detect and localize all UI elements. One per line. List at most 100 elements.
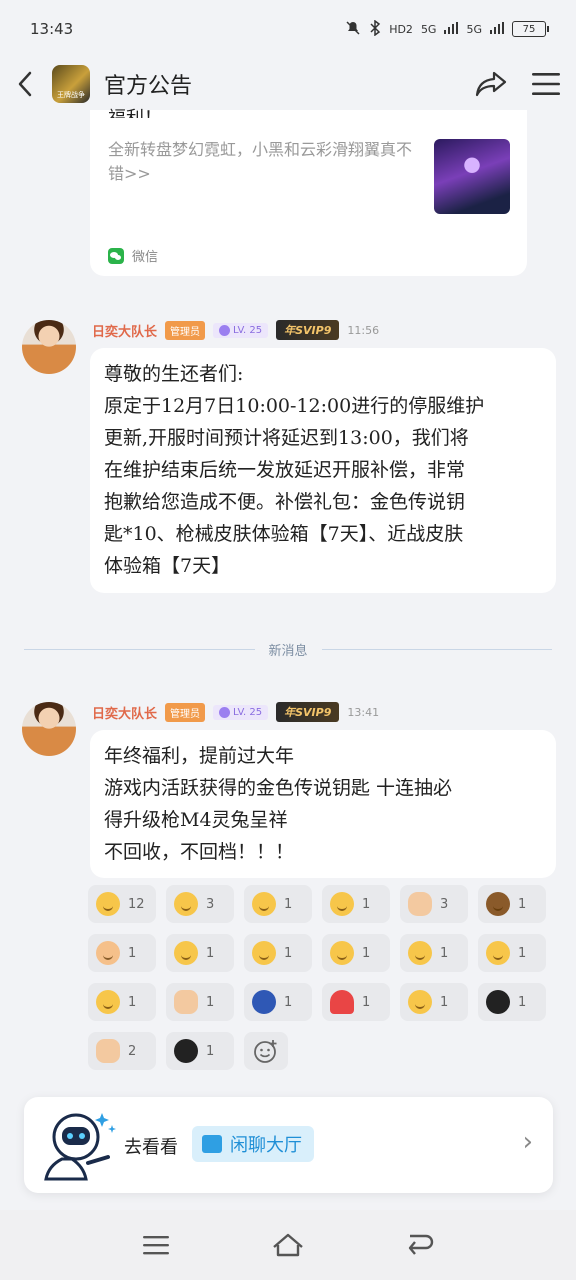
article-title-fragment: 福利！: [108, 104, 162, 118]
headband-face-icon: [174, 941, 198, 965]
chat-hall-promo[interactable]: 去看看 闲聊大厅 ›: [24, 1097, 553, 1193]
reaction-chip[interactable]: 12: [88, 885, 156, 923]
thumbs-up-icon: [408, 892, 432, 916]
reaction-chip[interactable]: 1: [478, 885, 546, 923]
level-text: LV. 25: [233, 324, 263, 336]
sweat-face-icon: [408, 990, 432, 1014]
article-source: 微信: [108, 246, 158, 265]
sender-name[interactable]: 日奕大队长: [92, 703, 157, 722]
reaction-chip[interactable]: 1: [88, 934, 156, 972]
signal-5g-1: 5G: [420, 22, 437, 36]
party-face-icon: [330, 941, 354, 965]
reaction-count: 3: [206, 896, 215, 912]
reaction-count: 1: [362, 896, 371, 912]
mute-icon: [345, 20, 361, 39]
home-button[interactable]: [258, 1220, 318, 1270]
reaction-chip[interactable]: 1: [322, 983, 390, 1021]
reaction-chip[interactable]: 1: [478, 983, 546, 1021]
message-line: 在维护结束后统一发放延迟开服补偿，非常: [104, 459, 466, 481]
message-time: 13:41: [347, 705, 380, 719]
add-reaction-button[interactable]: [244, 1032, 288, 1070]
reaction-count: 1: [284, 945, 293, 961]
chat-hall-chip[interactable]: 闲聊大厅: [192, 1126, 314, 1162]
new-messages-divider: 新消息: [24, 640, 553, 659]
reaction-count: 1: [128, 994, 137, 1010]
recents-button[interactable]: [126, 1220, 186, 1270]
signal-bars-icon: [444, 21, 459, 37]
shared-article-card[interactable]: 福利！ 全新转盘梦幻霓虹，小黑和云彩滑翔翼真不错>> 微信: [90, 108, 527, 276]
article-thumbnail: [434, 139, 510, 214]
signal-5g-2: 5G: [466, 22, 482, 36]
menu-button[interactable]: [516, 58, 576, 110]
sender-name[interactable]: 日奕大队长: [92, 321, 157, 340]
reaction-count: 1: [440, 945, 449, 961]
share-arrow-icon: [475, 71, 507, 97]
smile-face-icon: [330, 892, 354, 916]
divider-label: 新消息: [268, 643, 308, 659]
reaction-chip[interactable]: 1: [478, 934, 546, 972]
avatar[interactable]: [22, 320, 76, 374]
reaction-chip[interactable]: 1: [322, 885, 390, 923]
reaction-chip[interactable]: 1: [88, 983, 156, 1021]
message-bubble[interactable]: 尊敬的生还者们: 原定于12月7日10:00-12:00进行的停服维护 更新,开…: [90, 348, 556, 593]
reaction-chip[interactable]: 1: [400, 983, 468, 1021]
reaction-count: 3: [440, 896, 449, 912]
vip-badge: 年SVIP9: [276, 702, 340, 722]
status-time: 13:43: [30, 20, 74, 38]
cat-face-icon: [96, 941, 120, 965]
share-button[interactable]: [466, 58, 516, 110]
system-nav-bar: [0, 1210, 576, 1280]
robot-mascot-icon: [44, 1113, 116, 1181]
reaction-chip[interactable]: 1: [322, 934, 390, 972]
reaction-chip[interactable]: 1: [400, 934, 468, 972]
battery-indicator: 75: [512, 21, 549, 37]
reaction-chip[interactable]: 1: [244, 885, 312, 923]
article-source-label: 微信: [132, 250, 159, 265]
role-badge: 管理员: [165, 320, 206, 340]
app-logo[interactable]: 王牌战争: [52, 65, 90, 103]
message-bubble[interactable]: 年终福利，提前过大年 游戏内活跃获得的金色传说钥匙 十连抽必 得升级枪M4灵兔呈…: [90, 730, 556, 878]
app-logo-text: 王牌战争: [57, 91, 85, 99]
reaction-chip[interactable]: 1: [166, 983, 234, 1021]
reaction-count: 1: [128, 945, 137, 961]
home-icon: [273, 1233, 303, 1257]
handshake-icon: [174, 990, 198, 1014]
peek-face-icon: [174, 892, 198, 916]
message-line: 不回收，不回档！！！: [104, 841, 295, 863]
wechat-icon: [108, 247, 124, 264]
bear-icon: [486, 892, 510, 916]
back-nav-button[interactable]: [390, 1220, 450, 1270]
article-description: 全新转盘梦幻霓虹，小黑和云彩滑翔翼真不错>>: [108, 140, 413, 183]
go-see-label: 去看看: [124, 1137, 178, 1158]
status-bar: 13:43 HD2 5G 5G 75: [0, 0, 576, 58]
level-badge: LV. 25: [213, 322, 269, 338]
title-bar: 王牌战争 官方公告: [0, 58, 576, 110]
message-line: 匙*10、枪械皮肤体验箱【7天】、近战皮肤: [104, 523, 464, 545]
sun-icon: [96, 990, 120, 1014]
reaction-chip[interactable]: 3: [400, 885, 468, 923]
reaction-chip[interactable]: 2: [88, 1032, 156, 1070]
hamburger-menu-icon: [532, 73, 560, 95]
reaction-chip[interactable]: 1: [166, 934, 234, 972]
back-button[interactable]: [0, 58, 50, 110]
reaction-chip[interactable]: 3: [166, 885, 234, 923]
level-icon: [219, 324, 231, 336]
status-icons: HD2 5G 5G 75: [345, 19, 549, 39]
signal-bars-icon: [490, 21, 504, 37]
role-badge: 管理员: [165, 702, 206, 722]
reaction-chip[interactable]: 1: [166, 1032, 234, 1070]
add-emoji-icon: [254, 1040, 277, 1063]
reaction-count: 1: [440, 994, 449, 1010]
reaction-chip[interactable]: 1: [244, 983, 312, 1021]
reaction-chip[interactable]: 1: [244, 934, 312, 972]
victory-hand-icon: [96, 1039, 120, 1063]
back-nav-icon: [408, 1234, 434, 1255]
message-meta: 日奕大队长 管理员 LV. 25 年SVIP9 13:41: [92, 702, 379, 722]
thinking-face-icon: [486, 941, 510, 965]
chat-hall-label: 闲聊大厅: [230, 1135, 302, 1156]
level-text: LV. 25: [233, 706, 263, 718]
message-line: 更新,开服时间预计将延迟到13:00，我们将: [104, 427, 469, 449]
reaction-count: 1: [206, 1043, 215, 1059]
reaction-count: 12: [128, 896, 145, 912]
avatar[interactable]: [22, 702, 76, 756]
